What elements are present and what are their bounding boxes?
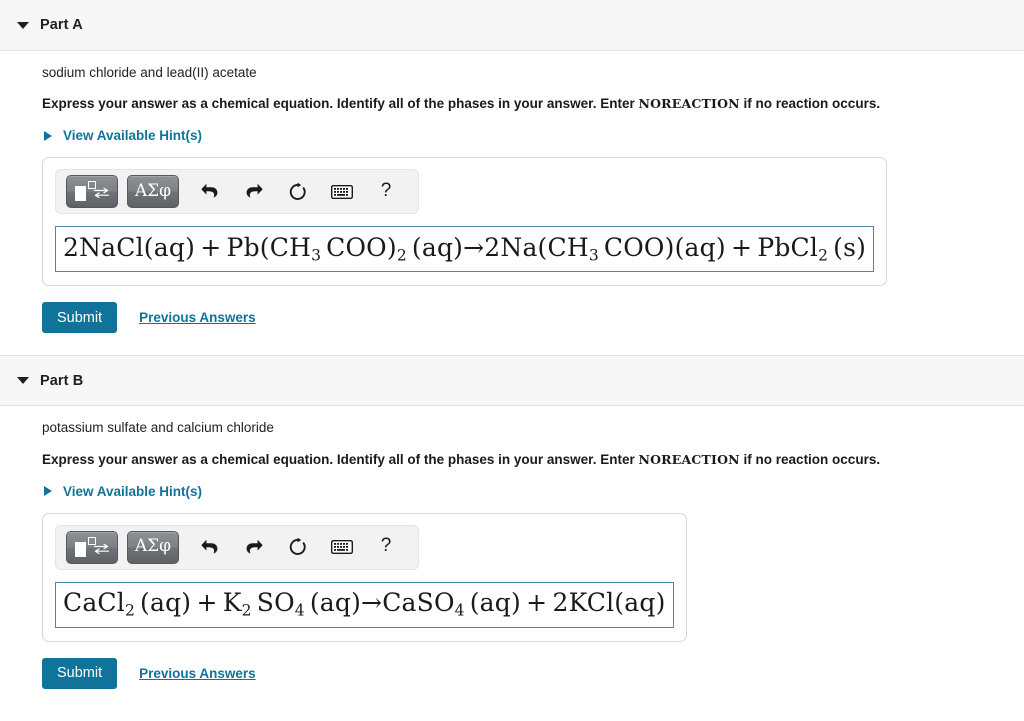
instruction-noreaction-token: NOREACTION [638,96,740,112]
template-button[interactable] [66,175,118,209]
reset-circular-arrow-icon [289,537,306,556]
instruction-text-before: Express your answer as a chemical equati… [42,451,639,467]
part-a-collapse-toggle[interactable] [6,21,40,29]
part-a-prompt: sodium chloride and lead(II) acetate [42,65,257,80]
part-a-body: sodium chloride and lead(II) acetate Exp… [0,51,1024,334]
redo-arrow-icon [246,539,263,554]
part-b-equation: CaCl2 (aq) + K2 SO4 (aq)→CaSO4 (aq) + 2K… [63,588,666,620]
redo-button[interactable] [237,177,271,207]
caret-down-icon [17,377,29,385]
greek-letters-button[interactable]: ΑΣφ [127,530,179,564]
part-b-body: potassium sulfate and calcium chloride E… [0,406,1024,689]
part-b-math-toolbar: ΑΣφ ? [55,524,419,570]
part-b-view-hints-link[interactable]: View Available Hint(s) [42,468,202,499]
part-a-hints-label: View Available Hint(s) [63,128,203,144]
part-a-answer-widget: ΑΣφ ? 2NaCl(aq) + Pb(CH3 COO)2 (aq)→2Na(… [42,157,888,287]
reset-button[interactable] [281,177,315,207]
keyboard-button[interactable] [325,532,359,562]
part-b-answer-input[interactable]: CaCl2 (aq) + K2 SO4 (aq)→CaSO4 (aq) + 2K… [55,581,674,628]
instruction-text-after: if no reaction occurs. [739,451,881,467]
part-b-submit-row: Submit Previous Answers [42,642,1024,689]
template-button[interactable] [66,530,118,564]
part-b-answer-widget: ΑΣφ ? CaCl2 (aq) + K2 SO4 (aq)→CaSO4 (aq… [42,512,687,642]
part-b-header[interactable]: Part B [0,355,1024,407]
part-a-equation: 2NaCl(aq) + Pb(CH3 COO)2 (aq)→2Na(CH3 CO… [63,232,867,265]
part-a-submit-row: Submit Previous Answers [42,286,1024,334]
part-b-section: Part B potassium sulfate and calcium chl… [0,355,1024,689]
undo-arrow-icon [201,539,218,554]
part-b-prompt: potassium sulfate and calcium chloride [42,420,274,436]
redo-button[interactable] [237,532,271,562]
keyboard-icon [331,184,353,199]
reset-circular-arrow-icon [289,182,306,200]
part-a-submit-button[interactable]: Submit [42,302,118,334]
math-template-icon [75,536,109,558]
part-a-instruction: Express your answer as a chemical equati… [42,81,1024,112]
part-a-math-toolbar: ΑΣφ ? [55,169,419,215]
part-a-view-hints-link[interactable]: View Available Hint(s) [42,112,202,143]
caret-right-icon [44,486,52,497]
part-a-title: Part A [40,17,83,33]
caret-down-icon [17,21,29,29]
undo-button[interactable] [193,532,227,562]
help-button[interactable]: ? [369,531,403,563]
equilibrium-arrows-icon [94,543,109,554]
part-b-instruction: Express your answer as a chemical equati… [42,437,1024,468]
equilibrium-arrows-icon [94,187,109,199]
part-a-answer-input[interactable]: 2NaCl(aq) + Pb(CH3 COO)2 (aq)→2Na(CH3 CO… [55,226,875,273]
instruction-text-after: if no reaction occurs. [739,96,881,112]
undo-arrow-icon [201,184,218,198]
math-template-icon [75,181,109,202]
part-b-previous-answers-link[interactable]: Previous Answers [139,666,256,681]
part-b-submit-button[interactable]: Submit [42,657,118,689]
greek-letters-button[interactable]: ΑΣφ [127,175,179,209]
redo-arrow-icon [246,184,263,198]
keyboard-button[interactable] [325,177,359,207]
part-a-header[interactable]: Part A [0,0,1024,51]
instruction-noreaction-token: NOREACTION [638,451,740,467]
part-b-collapse-toggle[interactable] [6,377,40,385]
reset-button[interactable] [281,532,315,562]
instruction-text-before: Express your answer as a chemical equati… [42,96,639,112]
part-b-title: Part B [40,372,84,389]
undo-button[interactable] [193,177,227,207]
help-button[interactable]: ? [369,176,403,208]
part-a-section: Part A sodium chloride and lead(II) acet… [0,0,1024,334]
part-a-previous-answers-link[interactable]: Previous Answers [139,310,256,325]
caret-right-icon [44,130,52,141]
keyboard-icon [331,540,353,555]
part-b-hints-label: View Available Hint(s) [63,483,203,499]
